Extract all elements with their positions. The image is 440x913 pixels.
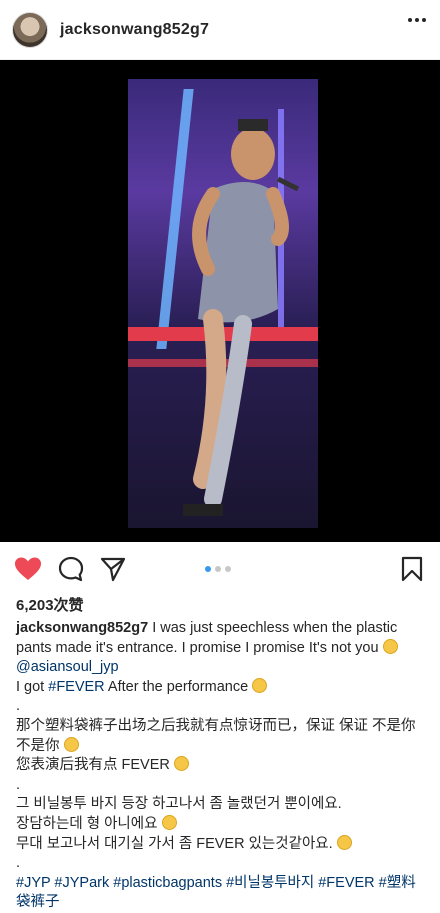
comment-icon[interactable] xyxy=(58,556,84,582)
performer-figure xyxy=(183,119,300,516)
carousel-dot xyxy=(225,566,231,572)
smirk-emoji-icon xyxy=(173,756,189,772)
smile-emoji-icon xyxy=(161,814,177,830)
caption-text-zh: 您表演后我有点 FEVER xyxy=(16,757,170,774)
carousel-dot xyxy=(215,566,221,572)
caption-text-ko: 무대 보고나서 대기실 가서 좀 FEVER 있는것같아요. xyxy=(16,835,333,852)
caption-text-ko: 그 비닐봉투 바지 등장 하고나서 좀 놀랬던거 뿐이에요. xyxy=(16,796,342,813)
caption-text: I got xyxy=(16,678,49,695)
carousel-dot-active xyxy=(205,566,211,572)
video-frame[interactable] xyxy=(128,79,318,528)
post-caption: jacksonwang852g7 I was just speechless w… xyxy=(16,619,428,913)
smirk-emoji-icon xyxy=(336,834,352,850)
send-icon[interactable] xyxy=(100,556,126,582)
like-count[interactable]: 6,203次赞 xyxy=(16,594,84,615)
avatar[interactable] xyxy=(12,11,48,48)
post-media[interactable] xyxy=(0,60,440,542)
smile-emoji-icon xyxy=(63,736,79,752)
caption-text-ko: 장담하는데 형 아니에요 xyxy=(16,815,158,832)
hashtag-list[interactable]: #JYP #JYPark #plasticbagpants #비닐봉투바지 #F… xyxy=(16,874,428,913)
heart-filled-icon[interactable] xyxy=(14,556,42,582)
caption-separator: . xyxy=(16,855,21,872)
smile-emoji-icon xyxy=(382,638,398,654)
more-dots-icon[interactable] xyxy=(408,18,426,22)
mention-link[interactable]: @asiansoul_jyp xyxy=(16,659,119,675)
hashtag-link[interactable]: #FEVER xyxy=(48,679,104,695)
smirk-emoji-icon xyxy=(252,677,268,693)
post-header: jacksonwang852g7 xyxy=(0,0,440,60)
post-username[interactable]: jacksonwang852g7 xyxy=(60,21,209,39)
caption-separator: . xyxy=(16,776,21,793)
caption-text: After the performance xyxy=(104,678,249,695)
caption-separator: . xyxy=(16,698,21,715)
carousel-dots xyxy=(205,566,231,572)
caption-username[interactable]: jacksonwang852g7 xyxy=(16,620,148,636)
bookmark-icon[interactable] xyxy=(401,556,423,582)
